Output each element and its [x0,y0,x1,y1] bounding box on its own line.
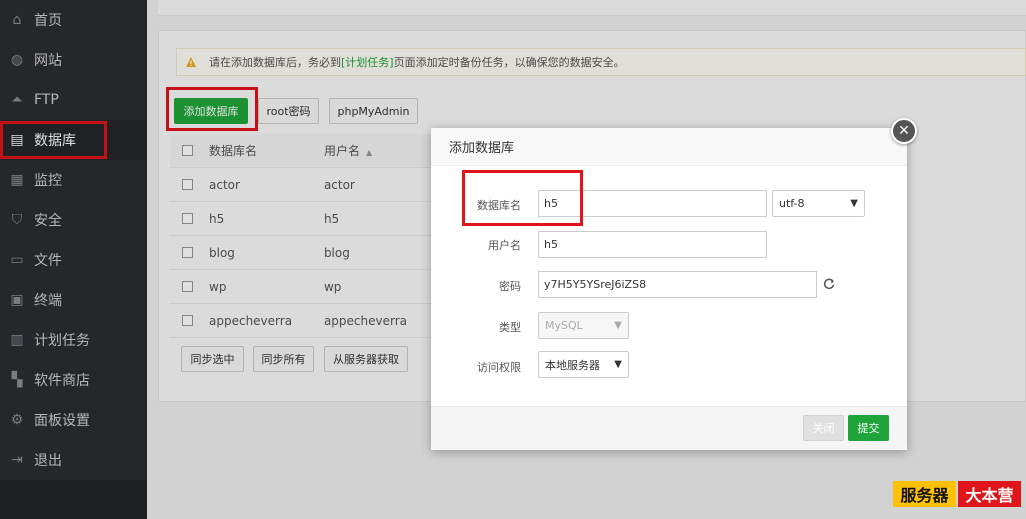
sidebar-item-label: 退出 [34,453,62,469]
sidebar-item[interactable]: ⚙ 面板设置 [0,400,147,440]
sync-all-button[interactable]: 同步所有 [253,346,314,372]
globe-icon: ◍ [10,52,24,68]
sidebar-item[interactable]: ▚ 软件商店 [0,360,147,400]
sidebar-item-label: 面板设置 [34,413,90,429]
cell-username: blog [323,245,350,260]
ftp-icon: ⏶ [11,92,23,108]
sidebar-item-label: 监控 [34,173,62,189]
charset-select[interactable]: utf-8 ▼ [772,190,865,217]
sidebar-item[interactable]: ▦ 监控 [0,160,147,200]
sidebar-item-label: 网站 [34,53,62,69]
sidebar-highlight-box [0,121,107,159]
table-row[interactable]: wp wp [170,270,432,304]
sidebar-item-label: 终端 [34,293,62,309]
sidebar-item[interactable]: ▣ 终端 [0,280,147,320]
charset-value: utf-8 [779,197,805,210]
watermark-part1: 服务器 [893,481,956,507]
header-username[interactable]: 用户名 ▲ [324,142,432,159]
fetch-from-server-button[interactable]: 从服务器获取 [324,346,408,372]
dialog-close-button[interactable]: 关闭 [803,415,844,441]
watermark-part2: 大本营 [958,481,1021,507]
access-label: 访问权限 [477,361,521,374]
root-password-button[interactable]: root密码 [258,98,319,124]
type-select: MySQL ▼ [538,312,629,339]
sidebar-item-label: 计划任务 [34,333,90,349]
sidebar-item[interactable]: ⛉ 安全 [0,200,147,240]
row-checkbox[interactable] [182,213,193,224]
access-value: 本地服务器 [545,358,600,372]
cell-db-name: appecheverra [209,313,293,328]
username-label: 用户名 [488,239,521,252]
sidebar-item-label: 文件 [34,253,62,269]
dialog-title: 添加数据库 [431,128,907,166]
cell-username: actor [323,177,355,192]
warning-icon [185,56,197,68]
chevron-down-icon: ▼ [614,320,622,331]
select-all-checkbox[interactable] [182,145,193,156]
password-label: 密码 [499,280,521,293]
apps-icon: ▚ [11,372,23,388]
cell-db-name: h5 [209,211,225,226]
monitor-icon: ▦ [10,172,24,188]
phpmyadmin-button[interactable]: phpMyAdmin [329,98,418,124]
cell-db-name: blog [209,245,235,260]
db-name-highlight [462,170,583,226]
top-panel-strip [158,0,1026,16]
sidebar-item-label: 首页 [34,13,62,29]
shield-icon: ⛉ [11,212,23,228]
dialog-close-icon[interactable]: ✕ [891,118,917,144]
table-row[interactable]: h5 h5 [170,202,432,236]
sidebar-item[interactable]: ▭ 文件 [0,240,147,280]
cell-username: h5 [323,211,340,226]
cell-username: wp [323,279,342,294]
row-checkbox[interactable] [182,247,193,258]
table-row[interactable]: appecheverra appecheverra [170,304,432,338]
gear-icon: ⚙ [10,412,24,428]
sidebar-footer [0,480,147,519]
sidebar-item-label: 安全 [34,213,62,229]
password-input[interactable]: y7H5Y5YSreJ6iZS8 [538,271,817,298]
row-checkbox[interactable] [182,281,193,292]
table-header: 数据库名 用户名 ▲ [170,134,432,168]
sidebar-item[interactable]: ⌂ 首页 [0,0,147,40]
sidebar-item[interactable]: ▥ 计划任务 [0,320,147,360]
add-button-highlight [166,87,258,131]
header-db-name[interactable]: 数据库名 [209,142,324,159]
username-input[interactable]: h5 [538,231,767,258]
logout-icon: ⇥ [11,452,23,468]
sidebar-item[interactable]: ◍ 网站 [0,40,147,80]
cell-db-name: actor [209,177,240,192]
backup-notice: 请在添加数据库后，务必到 [计划任务] 页面添加定时备份任务，以确保您的数据安全。 [176,48,1026,76]
calendar-icon: ▥ [10,332,24,348]
type-label: 类型 [499,321,521,334]
home-icon: ⌂ [12,12,22,28]
table-row[interactable]: actor actor [170,168,432,202]
sync-selected-button[interactable]: 同步选中 [181,346,244,372]
chevron-down-icon: ▼ [850,198,858,209]
cell-username: appecheverra [323,313,407,328]
sidebar-item-label: FTP [34,92,59,108]
row-checkbox[interactable] [182,179,193,190]
sort-asc-icon: ▲ [365,148,373,157]
sidebar-item[interactable]: ⏶ FTP [0,80,147,120]
sidebar-item-label: 软件商店 [34,373,90,389]
notice-prefix: 请在添加数据库后，务必到 [209,56,341,69]
terminal-icon: ▣ [10,292,24,308]
sidebar-item[interactable]: ⇥ 退出 [0,440,147,480]
cell-db-name: wp [209,279,227,294]
sidebar: ⌂ 首页 ◍ 网站 ⏶ FTP ▤ 数据库 ▦ 监控 ⛉ 安全 ▭ 文件 ▣ 终端 ▥ 计划任务 ▚ 软件商店 ⚙ 面板设… [0,0,147,519]
dialog-submit-button[interactable]: 提交 [848,415,889,441]
cron-task-link[interactable]: [计划任务] [341,54,394,70]
table-row[interactable]: blog blog [170,236,432,270]
refresh-password-icon[interactable] [822,277,836,291]
type-value: MySQL [545,319,583,332]
access-select[interactable]: 本地服务器 ▼ [538,351,629,378]
chevron-down-icon: ▼ [614,359,622,370]
folder-icon: ▭ [10,252,24,268]
notice-suffix: 页面添加定时备份任务，以确保您的数据安全。 [393,56,625,69]
row-checkbox[interactable] [182,315,193,326]
